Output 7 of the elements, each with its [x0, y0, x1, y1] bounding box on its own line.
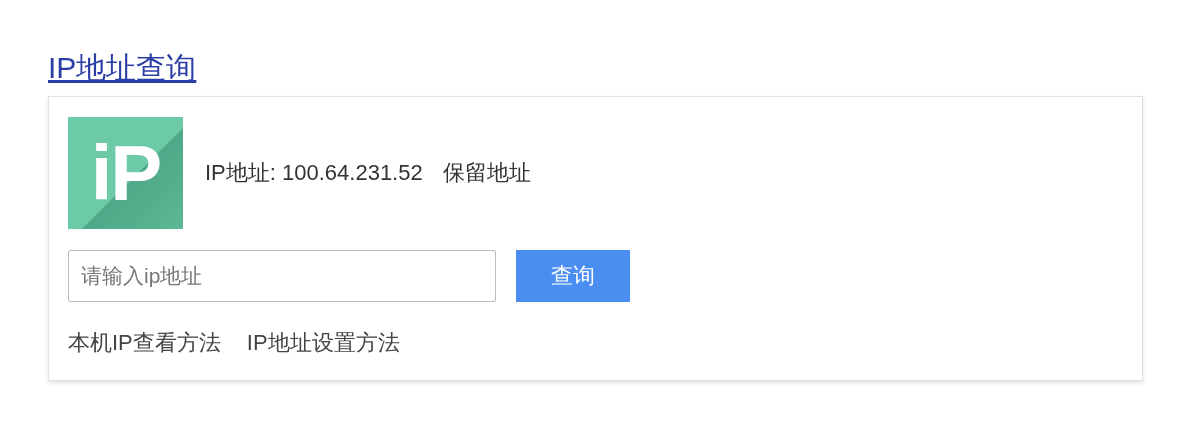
ip-address-text: IP地址: 100.64.231.52	[205, 159, 423, 187]
title-link[interactable]: IP地址查询	[48, 48, 197, 88]
help-link[interactable]: IP地址设置方法	[246, 328, 400, 358]
help-link[interactable]: 本机IP查看方法	[68, 328, 221, 358]
ip-type-text: 保留地址	[442, 159, 531, 187]
logo: iP	[68, 117, 183, 229]
ip-input-field[interactable]: 请输入ip地址	[68, 250, 496, 302]
